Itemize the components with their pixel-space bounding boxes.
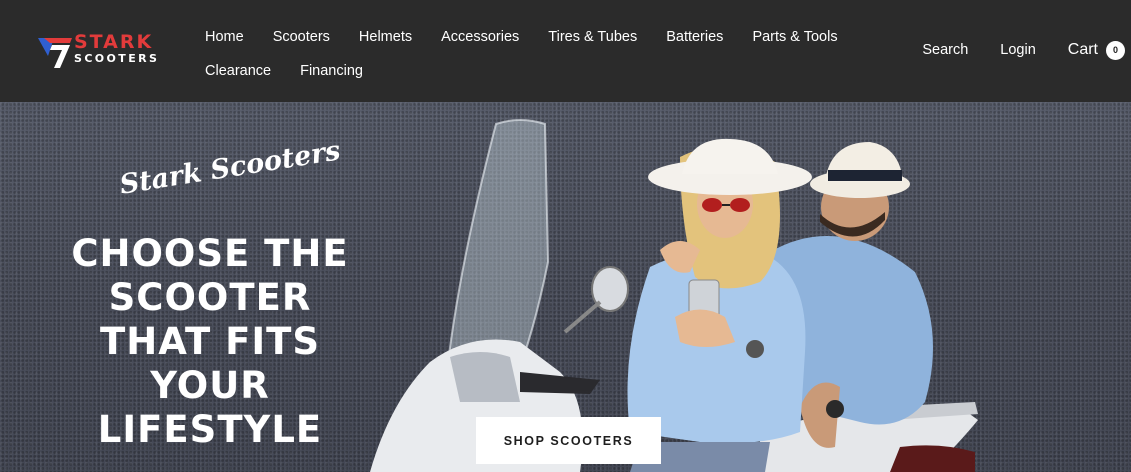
brand-logo[interactable]: STARK SCOOTERS: [36, 30, 166, 72]
nav-batteries[interactable]: Batteries: [666, 29, 723, 45]
nav-parts-tools[interactable]: Parts & Tools: [752, 29, 837, 45]
hero-headline-line-2: SCOOTER: [108, 276, 312, 319]
main-nav-row-2: Clearance Financing: [205, 54, 865, 88]
login-link[interactable]: Login: [1000, 42, 1035, 58]
hero-banner: Stark Scooters CHOOSE THE SCOOTER THAT F…: [0, 102, 1131, 472]
hero-headline-line-4: YOUR: [150, 364, 270, 407]
search-link[interactable]: Search: [922, 42, 968, 58]
nav-helmets[interactable]: Helmets: [359, 29, 412, 45]
hero-headline: CHOOSE THE SCOOTER THAT FITS YOUR LIFEST…: [70, 232, 350, 452]
hero-headline-line-3: THAT FITS: [99, 320, 320, 363]
nav-clearance[interactable]: Clearance: [205, 63, 271, 79]
nav-accessories[interactable]: Accessories: [441, 29, 519, 45]
cart-label: Cart: [1067, 41, 1098, 58]
stark-7-logo-icon: [38, 38, 72, 68]
site-header: STARK SCOOTERS Home Scooters Helmets Acc…: [0, 0, 1131, 102]
hero-headline-line-5: LIFESTYLE: [97, 408, 323, 451]
cart-count-badge: 0: [1106, 40, 1125, 60]
cart-link[interactable]: Cart 0: [1067, 40, 1125, 60]
nav-home[interactable]: Home: [205, 29, 244, 45]
utility-nav: Search Login Cart 0: [922, 38, 1131, 62]
hero-headline-line-1: CHOOSE THE: [71, 232, 349, 275]
nav-financing[interactable]: Financing: [300, 63, 363, 79]
brand-name-bottom: SCOOTERS: [74, 52, 160, 65]
nav-scooters[interactable]: Scooters: [273, 29, 330, 45]
main-nav-row-1: Home Scooters Helmets Accessories Tires …: [205, 20, 865, 54]
main-nav: Home Scooters Helmets Accessories Tires …: [205, 20, 865, 88]
brand-name-top: STARK: [74, 31, 154, 53]
nav-tires-tubes[interactable]: Tires & Tubes: [548, 29, 637, 45]
shop-scooters-button[interactable]: SHOP SCOOTERS: [476, 417, 661, 464]
